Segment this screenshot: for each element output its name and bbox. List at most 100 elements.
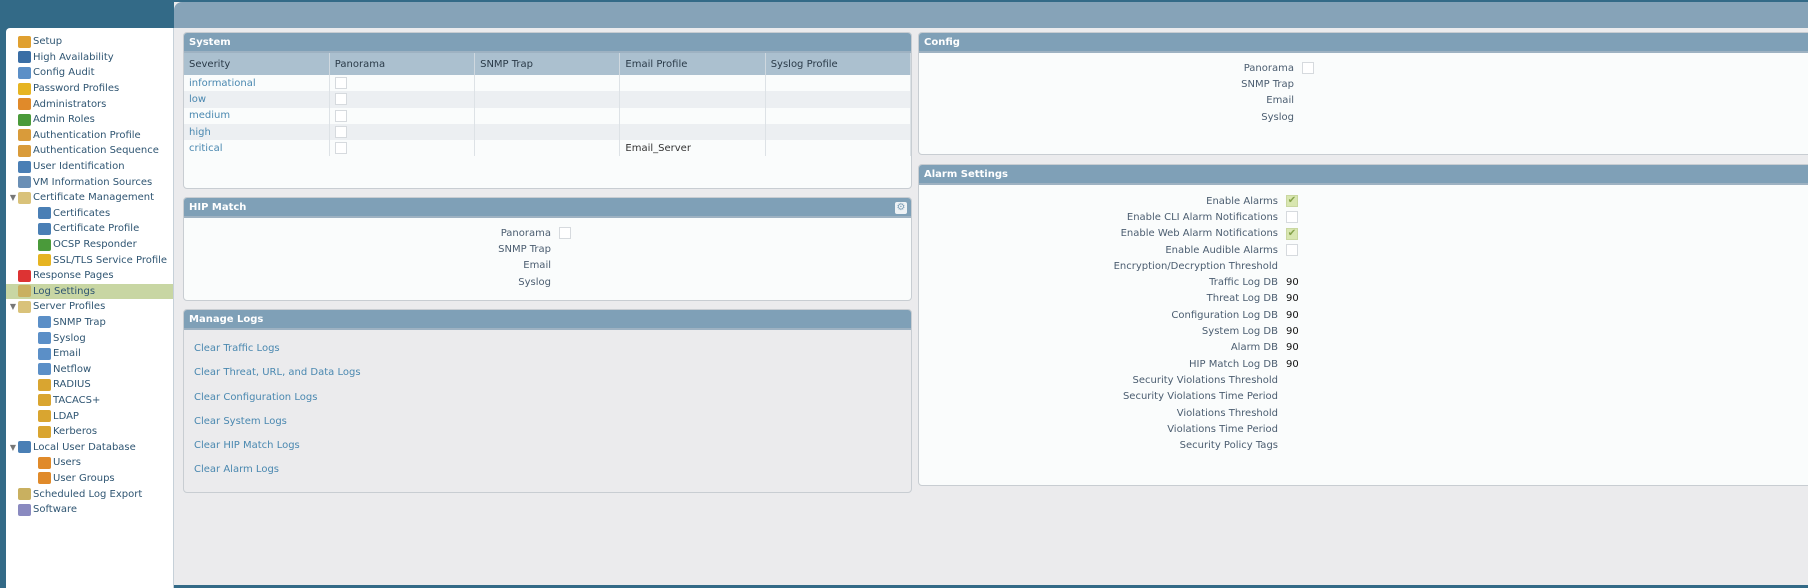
panorama-checkbox[interactable] bbox=[334, 142, 347, 155]
alarm-checkbox[interactable] bbox=[1286, 244, 1298, 257]
sidebar-item-ssl-tls-service-profile[interactable]: SSL/TLS Service Profile bbox=[6, 252, 173, 268]
sidebar-item-label: User Identification bbox=[33, 161, 125, 173]
column-header[interactable]: Syslog Profile bbox=[765, 53, 911, 75]
table-row[interactable]: informational bbox=[184, 75, 911, 92]
system-table: Severity Panorama SNMP Trap Email Profile Sy… bbox=[184, 53, 911, 157]
sidebar-item-user-identification[interactable]: User Identification bbox=[6, 159, 173, 175]
panorama-checkbox[interactable] bbox=[334, 77, 347, 90]
alarm-setting-label: Enable Web Alarm Notifications bbox=[1120, 228, 1278, 240]
sidebar-item-email[interactable]: Email bbox=[6, 346, 173, 362]
alarm-value: 90 bbox=[1286, 309, 1299, 321]
sidebar-item-config-audit[interactable]: Config Audit bbox=[6, 65, 173, 81]
key-icon bbox=[18, 82, 31, 95]
column-header[interactable]: Panorama bbox=[329, 53, 476, 75]
clear-log-link[interactable]: Clear Configuration Logs bbox=[184, 386, 911, 410]
server-icon bbox=[38, 363, 51, 376]
sidebar-item-netflow[interactable]: Netflow bbox=[6, 361, 173, 377]
panorama-checkbox[interactable] bbox=[1302, 62, 1314, 75]
alarm-setting-label: Encryption/Decryption Threshold bbox=[1113, 260, 1278, 272]
alarm-checkbox[interactable] bbox=[1286, 211, 1298, 224]
sidebar-item-setup[interactable]: Setup bbox=[6, 34, 173, 50]
group-icon bbox=[38, 472, 51, 485]
hip-match-panel: HIP Match ⚙ Panorama SNMP Trap Email Syslog bbox=[183, 197, 912, 301]
clear-log-link[interactable]: Clear System Logs bbox=[184, 410, 911, 434]
panorama-cell bbox=[329, 107, 476, 124]
expand-toggle-icon[interactable]: ▼ bbox=[8, 302, 18, 311]
sidebar-item-ldap[interactable]: LDAP bbox=[6, 408, 173, 424]
alarm-setting-label: Violations Threshold bbox=[1176, 407, 1278, 419]
syslog-row: Syslog bbox=[184, 274, 911, 290]
column-header[interactable]: Severity bbox=[184, 53, 330, 75]
export-icon bbox=[18, 488, 31, 501]
sidebar-item-tacacs-[interactable]: TACACS+ bbox=[6, 393, 173, 409]
table-row[interactable]: low bbox=[184, 91, 911, 108]
sidebar-item-certificates[interactable]: Certificates bbox=[6, 206, 173, 222]
sidebar-item-scheduled-log-export[interactable]: Scheduled Log Export bbox=[6, 486, 173, 502]
server-icon bbox=[38, 316, 51, 329]
table-row[interactable]: medium bbox=[184, 107, 911, 124]
sidebar-item-ocsp-responder[interactable]: OCSP Responder bbox=[6, 237, 173, 253]
alarm-setting-row: Violations Threshold bbox=[919, 405, 1808, 421]
sidebar-item-label: Admin Roles bbox=[33, 114, 95, 126]
expand-toggle-icon[interactable]: ▼ bbox=[8, 193, 18, 202]
ocsp-icon bbox=[38, 238, 51, 251]
sidebar-item-label: TACACS+ bbox=[53, 394, 101, 406]
alarm-checkbox[interactable]: ✔ bbox=[1286, 195, 1298, 208]
clear-log-link[interactable]: Clear Threat, URL, and Data Logs bbox=[184, 361, 911, 385]
sidebar-item-admin-roles[interactable]: Admin Roles bbox=[6, 112, 173, 128]
snmp-row: SNMP Trap bbox=[919, 76, 1808, 92]
clear-log-link[interactable]: Clear HIP Match Logs bbox=[184, 434, 911, 458]
sidebar-item-high-availability[interactable]: High Availability bbox=[6, 50, 173, 66]
sidebar-item-certificate-management[interactable]: ▼ Certificate Management bbox=[6, 190, 173, 206]
sidebar-item-local-user-database[interactable]: ▼ Local User Database bbox=[6, 439, 173, 455]
syslog-label: Syslog bbox=[518, 276, 551, 288]
alarm-checkbox[interactable]: ✔ bbox=[1286, 227, 1298, 240]
sidebar-item-password-profiles[interactable]: Password Profiles bbox=[6, 81, 173, 97]
audit-icon bbox=[18, 66, 31, 79]
email-row: Email bbox=[919, 93, 1808, 109]
alarm-setting-label: Violations Time Period bbox=[1167, 423, 1278, 435]
syslog-cell bbox=[765, 75, 911, 92]
sidebar-item-user-groups[interactable]: User Groups bbox=[6, 471, 173, 487]
column-header[interactable]: Email Profile bbox=[619, 53, 766, 75]
table-row[interactable]: critical Email_Server bbox=[184, 140, 911, 157]
sidebar-item-kerberos[interactable]: Kerberos bbox=[6, 424, 173, 440]
sidebar-item-software[interactable]: Software bbox=[6, 502, 173, 518]
expand-toggle-icon[interactable]: ▼ bbox=[8, 443, 18, 452]
alarm-setting-label: System Log DB bbox=[1201, 326, 1278, 338]
ha-icon bbox=[18, 51, 31, 64]
gear-icon[interactable]: ⚙ bbox=[895, 202, 907, 214]
table-row[interactable]: high bbox=[184, 123, 911, 141]
sidebar-item-label: Scheduled Log Export bbox=[33, 488, 143, 500]
column-header[interactable]: SNMP Trap bbox=[474, 53, 621, 75]
sidebar-item-label: Email bbox=[53, 348, 81, 360]
alarm-value: 90 bbox=[1286, 293, 1299, 305]
sidebar-item-authentication-profile[interactable]: Authentication Profile bbox=[6, 128, 173, 144]
severity-cell: medium bbox=[184, 107, 330, 124]
alarm-setting-row: Enable CLI Alarm Notifications bbox=[919, 209, 1808, 225]
sidebar-item-log-settings[interactable]: Log Settings bbox=[6, 283, 173, 300]
sidebar-item-response-pages[interactable]: Response Pages bbox=[6, 268, 173, 284]
sidebar-item-certificate-profile[interactable]: Certificate Profile bbox=[6, 221, 173, 237]
sidebar-item-server-profiles[interactable]: ▼ Server Profiles bbox=[6, 299, 173, 315]
sidebar-item-radius[interactable]: RADIUS bbox=[6, 377, 173, 393]
panorama-checkbox[interactable] bbox=[334, 109, 347, 122]
sidebar-item-label: Authentication Sequence bbox=[33, 145, 159, 157]
alarm-setting-row: Configuration Log DB 90 bbox=[919, 307, 1808, 323]
sidebar-item-authentication-sequence[interactable]: Authentication Sequence bbox=[6, 143, 173, 159]
panorama-checkbox[interactable] bbox=[559, 227, 571, 240]
panorama-checkbox[interactable] bbox=[334, 93, 347, 106]
sidebar-item-snmp-trap[interactable]: SNMP Trap bbox=[6, 315, 173, 331]
syslog-cell bbox=[765, 123, 911, 141]
alarm-setting-row: Threat Log DB 90 bbox=[919, 291, 1808, 307]
clear-log-link[interactable]: Clear Traffic Logs bbox=[184, 337, 911, 361]
alarm-setting-row: Violations Time Period bbox=[919, 421, 1808, 437]
sidebar-item-users[interactable]: Users bbox=[6, 455, 173, 471]
sidebar-item-administrators[interactable]: Administrators bbox=[6, 96, 173, 112]
syslog-cell bbox=[765, 91, 911, 108]
panorama-checkbox[interactable] bbox=[334, 126, 347, 139]
sidebar-item-syslog[interactable]: Syslog bbox=[6, 330, 173, 346]
server-lock-icon bbox=[38, 425, 51, 438]
clear-log-link[interactable]: Clear Alarm Logs bbox=[184, 458, 911, 482]
sidebar-item-vm-information-sources[interactable]: VM Information Sources bbox=[6, 174, 173, 190]
